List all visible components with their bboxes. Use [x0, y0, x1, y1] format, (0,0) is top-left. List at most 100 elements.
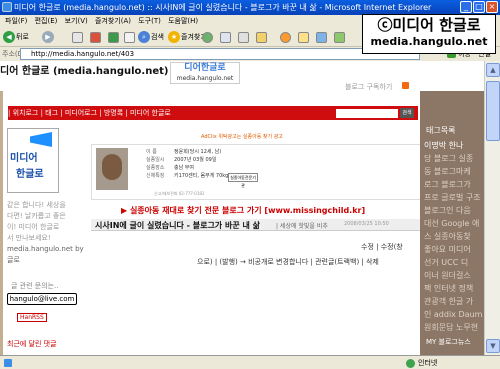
- folder-icon[interactable]: [256, 32, 267, 43]
- nav-bar: | 위치로그 | 태그 | 미디어로그 | 방명록 | 미디어 한글로 검색: [8, 106, 418, 120]
- recent-comments-heading: 최근에 달린 댓글: [7, 340, 57, 348]
- ad-label[interactable]: AdClix 위탁광고는 실종아동 찾기 광고: [201, 133, 283, 140]
- window-title: 미디어 한글로 (media.hangulo.net) :: 시사IN에 글이 …: [14, 3, 432, 12]
- minimize-button[interactable]: _: [460, 1, 472, 13]
- right-sidebar: 태그목록 이명박 한나 당 블로그 실종 동 블로그마케 로그 블로그가 프로 …: [420, 91, 484, 355]
- watermark: ⓒ미디어 한글로 media.hangulo.net: [362, 14, 496, 54]
- menu-view[interactable]: 보기(V): [65, 17, 88, 25]
- post-area: AdClix 위탁광고는 실종아동 찾기 광고 이 름 정윤희(당시 12세, 남…: [91, 127, 421, 355]
- blog-search-input[interactable]: [336, 109, 398, 118]
- tag-line[interactable]: 당 블로그 실종: [424, 152, 484, 165]
- missing-child-ad[interactable]: 이 름 정윤희(당시 12세, 남) 실종일시 2007년 03월 09일 실종장소…: [91, 144, 421, 200]
- tag-line[interactable]: 인 addix Daum: [424, 308, 484, 321]
- nav-links[interactable]: | 위치로그 | 태그 | 미디어로그 | 방명록 | 미디어 한글로: [8, 109, 171, 117]
- ad-row: 실종장소 충남 부여: [146, 164, 256, 172]
- internet-zone-icon: [406, 359, 415, 368]
- search-button[interactable]: ⌕ 검색: [138, 31, 164, 43]
- menu-file[interactable]: 파일(F): [5, 17, 27, 25]
- messenger-icon[interactable]: [280, 32, 291, 43]
- refresh-icon[interactable]: [108, 32, 119, 43]
- ad-row-value: 키170센티, 몸무게 70kg: [174, 173, 229, 179]
- scroll-down-icon[interactable]: ▼: [486, 339, 500, 353]
- close-button[interactable]: ×: [486, 1, 498, 13]
- menu-edit[interactable]: 편집(E): [35, 17, 58, 25]
- scroll-thumb[interactable]: [486, 81, 500, 141]
- addon-icon[interactable]: [334, 32, 345, 43]
- research-icon[interactable]: [316, 32, 327, 43]
- tag-line[interactable]: 관광객 한글 가: [424, 295, 484, 308]
- my-blog-news-heading[interactable]: MY 블로그뉴스: [426, 337, 471, 347]
- missing-child-photo: [96, 148, 128, 190]
- forward-arrow-icon: ▶: [42, 31, 54, 43]
- post-title[interactable]: 시사IN에 글이 실렸습니다 - 블로그가 바꾼 내 삶: [95, 220, 260, 231]
- post-category[interactable]: | 세상에 핫빛을 비추: [276, 221, 328, 230]
- tag-line[interactable]: 로그 블로그가: [424, 178, 484, 191]
- profile-image[interactable]: 미디어 한글로: [7, 128, 59, 193]
- hanrss-badge[interactable]: HanRSS: [17, 313, 47, 322]
- menu-favorites[interactable]: 즐겨찾기(A): [95, 17, 131, 25]
- face-image: [102, 154, 122, 180]
- profile-text-line: 서 만나보세요!: [7, 234, 51, 242]
- blog-title[interactable]: 디어 한글로 (media.hangulo.net): [0, 62, 168, 77]
- page-content: 디어 한글로 (media.hangulo.net) 디어한글로 media.h…: [0, 61, 484, 355]
- ad-row-value: 충남 부여: [174, 165, 194, 171]
- org-logo: 실종아동전문기관: [228, 173, 258, 188]
- ad-row-key: 신체특징: [146, 173, 165, 179]
- edit-links[interactable]: 수정 | 수정(창: [361, 242, 403, 252]
- forward-button[interactable]: ▶: [42, 31, 55, 43]
- stop-icon[interactable]: [90, 32, 101, 43]
- print-icon[interactable]: [238, 32, 249, 43]
- menu-tools[interactable]: 도구(T): [138, 17, 161, 25]
- megaphone-icon: [30, 132, 52, 147]
- profile-text-line: media.hangulo.net by: [7, 245, 84, 253]
- profile-image-line2: 한글로: [16, 169, 44, 180]
- ie-icon: [2, 2, 12, 12]
- contact-label: 글 관련 문의는..: [11, 282, 59, 290]
- ad-footer: 신고/제보전화 02-777-0182: [154, 191, 205, 196]
- tag-line[interactable]: 원회문답 노무현: [424, 321, 484, 334]
- ad-row-key: 실종일시: [146, 157, 165, 163]
- logo-main: 디어한글로: [184, 63, 226, 73]
- ad-row: 이 름 정윤희(당시 12세, 남): [146, 148, 256, 156]
- tag-line[interactable]: 이너 원더걸스: [424, 269, 484, 282]
- tag-line[interactable]: 스 실종아동찾: [424, 230, 484, 243]
- history-icon[interactable]: [202, 32, 213, 43]
- document-icon[interactable]: [72, 32, 83, 43]
- tag-line[interactable]: 이명박 한나: [424, 139, 484, 152]
- tag-line[interactable]: 대선 Google 애: [424, 217, 484, 230]
- tag-line[interactable]: 선거 UCC 디: [424, 256, 484, 269]
- search-label: 검색: [151, 33, 164, 41]
- address-input[interactable]: http://media.hangulo.net/403: [20, 48, 420, 60]
- ad-row-key: 이 름: [146, 149, 157, 155]
- back-label: 뒤로: [16, 33, 29, 41]
- tag-line[interactable]: 프로 글로벌 구조: [424, 191, 484, 204]
- profile-text-line: 글로: [7, 256, 20, 264]
- missing-child-link[interactable]: ▶ 실종아동 재대로 찾기 전문 블로그 가기 [www.missingchil…: [121, 205, 365, 216]
- favorites-button[interactable]: ★ 즐겨찾기: [168, 31, 207, 43]
- tag-line[interactable]: 블로그인 다음: [424, 204, 484, 217]
- post-title-bar: 시사IN에 글이 실렸습니다 - 블로그가 바꾼 내 삶 | 세상에 핫빛을 비…: [91, 219, 421, 231]
- scroll-up-icon[interactable]: ▲: [486, 63, 500, 77]
- home-icon[interactable]: [124, 32, 135, 43]
- profile-image-line1: 미디어: [10, 153, 38, 164]
- tag-line[interactable]: 팩 인터넷 정책: [424, 282, 484, 295]
- menu-bar: 파일(F) 편집(E) 보기(V) 즐겨찾기(A) 도구(T) 도움말(H): [0, 15, 362, 28]
- zone-label: 인터넷: [418, 359, 438, 367]
- post-actions[interactable]: 으로) | (발행) → 비공개로 변경합니다 | 관련글(트랙백) | 삭제: [197, 257, 379, 267]
- logo-url: media.hangulo.net: [176, 75, 234, 82]
- profile-text-line: 다면! 날카롭고 좋은: [7, 212, 66, 220]
- tag-line[interactable]: 좋아요 미디어: [424, 243, 484, 256]
- mail-icon[interactable]: [220, 32, 231, 43]
- notes-icon[interactable]: [298, 32, 309, 43]
- blog-header: 디어 한글로 (media.hangulo.net) 디어한글로 media.h…: [0, 61, 484, 91]
- blog-logo[interactable]: 디어한글로 media.hangulo.net: [170, 62, 240, 84]
- vertical-scrollbar[interactable]: ▲ ▼: [484, 61, 500, 355]
- email-badge[interactable]: hangulo@live.com: [7, 293, 77, 305]
- profile-text-line: 같은 합니다! 세상을: [7, 201, 66, 209]
- menu-help[interactable]: 도움말(H): [168, 17, 198, 25]
- maximize-button[interactable]: □: [473, 1, 485, 13]
- blog-search-button[interactable]: 검색: [400, 108, 414, 118]
- back-button[interactable]: ◀ 뒤로: [3, 31, 29, 43]
- rss-icon[interactable]: [402, 82, 409, 89]
- tag-line[interactable]: 동 블로그마케: [424, 165, 484, 178]
